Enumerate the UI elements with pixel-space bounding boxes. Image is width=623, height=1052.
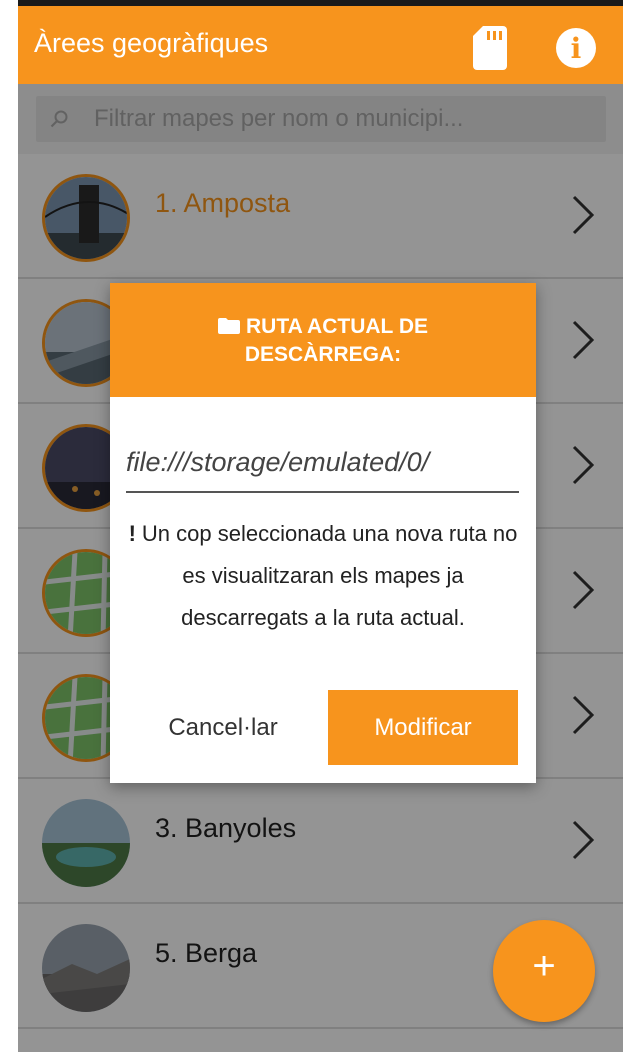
- app-screen: Àrees geogràfiques i 1. Amposta: [18, 0, 623, 1052]
- dialog-title-wrap: RUTA ACTUAL DE DESCÀRREGA:: [140, 313, 506, 369]
- info-glyph: i: [570, 32, 582, 65]
- dialog-header: RUTA ACTUAL DE DESCÀRREGA:: [110, 283, 536, 397]
- app-bar: Àrees geogràfiques i: [18, 6, 623, 84]
- info-icon[interactable]: i: [556, 28, 596, 68]
- sd-card-icon[interactable]: [473, 26, 507, 70]
- add-map-button[interactable]: +: [493, 920, 595, 1022]
- download-path-field[interactable]: [126, 433, 519, 493]
- cancel-button[interactable]: Cancel·lar: [128, 690, 318, 765]
- plus-icon: +: [532, 944, 556, 988]
- modify-button[interactable]: Modificar: [328, 690, 518, 765]
- warning-message: Un cop seleccionada una nova ruta no es …: [141, 521, 518, 630]
- warning-icon: !: [128, 521, 136, 546]
- dialog-title: RUTA ACTUAL DE DESCÀRREGA:: [244, 315, 428, 366]
- download-path-dialog: RUTA ACTUAL DE DESCÀRREGA: !Un cop selec…: [110, 283, 536, 783]
- folder-icon: [218, 318, 240, 334]
- warning-text: ! Un cop seleccionada una nova ruta no es…: [124, 513, 522, 639]
- page-title: Àrees geogràfiques: [34, 28, 269, 58]
